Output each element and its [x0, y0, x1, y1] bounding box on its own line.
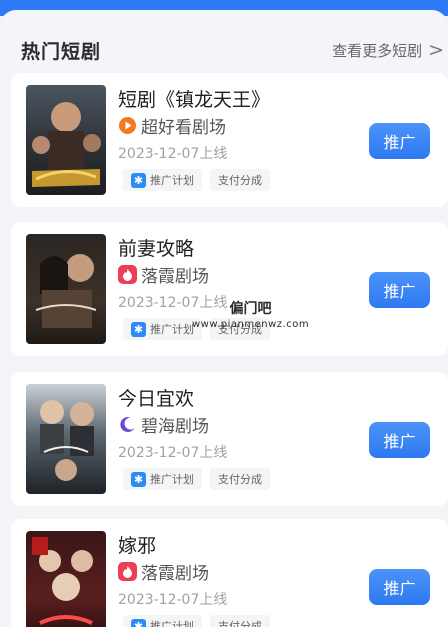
release-date: 2023-12-07上线	[118, 445, 228, 461]
snowflake-icon: ✱	[131, 321, 146, 337]
tag-row: ✱ 推广计划 支付分成	[123, 468, 278, 490]
chevron-right-icon: >	[428, 39, 444, 61]
tag-label: 支付分成	[218, 473, 262, 486]
snowflake-icon: ✱	[131, 618, 146, 627]
section-header: 热门短剧 查看更多短剧 >	[21, 36, 448, 64]
drama-card[interactable]: 嫁邪 落霞剧场 2023-12-07上线 ✱ 推广计划 支付分成 推广	[11, 519, 448, 627]
promotion-plan-tag: ✱ 推广计划	[123, 615, 202, 627]
payment-share-tag: 支付分成	[210, 468, 270, 490]
drama-cover-image[interactable]	[26, 85, 106, 195]
tag-label: 支付分成	[218, 620, 262, 627]
watermark-name: 偏门吧	[229, 301, 272, 317]
theater-name: 落霞剧场	[141, 563, 209, 584]
tag-row: ✱ 推广计划 支付分成	[123, 615, 278, 627]
theater-info: 落霞剧场	[118, 560, 209, 584]
drama-card[interactable]: 短剧《镇龙天王》 超好看剧场 2023-12-07上线 ✱ 推广计划 支付分成 …	[11, 73, 448, 207]
tag-label: 支付分成	[218, 174, 262, 187]
promotion-plan-tag: ✱ 推广计划	[123, 468, 202, 490]
promote-button[interactable]: 推广	[369, 422, 430, 458]
payment-share-tag: 支付分成	[210, 169, 270, 191]
release-date: 2023-12-07上线	[118, 146, 228, 162]
snowflake-icon: ✱	[131, 172, 146, 188]
view-more-label: 查看更多短剧	[332, 41, 423, 60]
flame-icon	[118, 264, 137, 284]
drama-title[interactable]: 前妻攻略	[118, 234, 194, 261]
theater-info: 碧海剧场	[118, 413, 209, 437]
tag-label: 推广计划	[150, 323, 194, 336]
tag-label: 推广计划	[150, 473, 194, 486]
app-page: 热门短剧 查看更多短剧 > 短剧《镇龙天王》 超好看剧场 2023-12-07上…	[0, 0, 448, 627]
promotion-plan-tag: ✱ 推广计划	[123, 169, 202, 191]
drama-card[interactable]: 今日宜欢 碧海剧场 2023-12-07上线 ✱ 推广计划 支付分成 推广	[11, 372, 448, 506]
drama-title[interactable]: 今日宜欢	[118, 384, 194, 411]
payment-share-tag: 支付分成	[210, 615, 270, 627]
drama-cover-image[interactable]	[26, 234, 106, 344]
drama-card[interactable]: 前妻攻略 落霞剧场 2023-12-07上线 ✱ 推广计划 支付分成 推广	[11, 222, 448, 356]
theater-name: 落霞剧场	[141, 266, 209, 287]
flame-icon	[118, 561, 137, 581]
promote-button[interactable]: 推广	[369, 569, 430, 605]
view-more-link[interactable]: 查看更多短剧 >	[332, 39, 444, 61]
promote-button[interactable]: 推广	[369, 123, 430, 159]
theater-name: 超好看剧场	[141, 117, 226, 138]
release-date: 2023-12-07上线	[118, 592, 228, 608]
section-title: 热门短剧	[21, 40, 102, 63]
tag-label: 推广计划	[150, 620, 194, 627]
tag-row: ✱ 推广计划 支付分成	[123, 169, 278, 191]
watermark-url: www.pianmenwz.com	[192, 319, 310, 330]
theater-info: 落霞剧场	[118, 263, 209, 287]
tag-label: 推广计划	[150, 174, 194, 187]
crescent-moon-icon	[118, 415, 137, 434]
drama-cover-image[interactable]	[26, 384, 106, 494]
theater-name: 碧海剧场	[141, 416, 209, 437]
promotion-plan-tag: ✱ 推广计划	[123, 318, 202, 340]
theater-info: 超好看剧场	[118, 114, 226, 138]
drama-title[interactable]: 嫁邪	[118, 531, 156, 558]
watermark: 偏门吧 www.pianmenwz.com	[192, 298, 309, 330]
drama-cover-image[interactable]	[26, 531, 106, 627]
snowflake-icon: ✱	[131, 471, 146, 487]
promote-button[interactable]: 推广	[369, 272, 430, 308]
drama-title[interactable]: 短剧《镇龙天王》	[118, 85, 270, 112]
play-circle-icon	[118, 116, 137, 135]
